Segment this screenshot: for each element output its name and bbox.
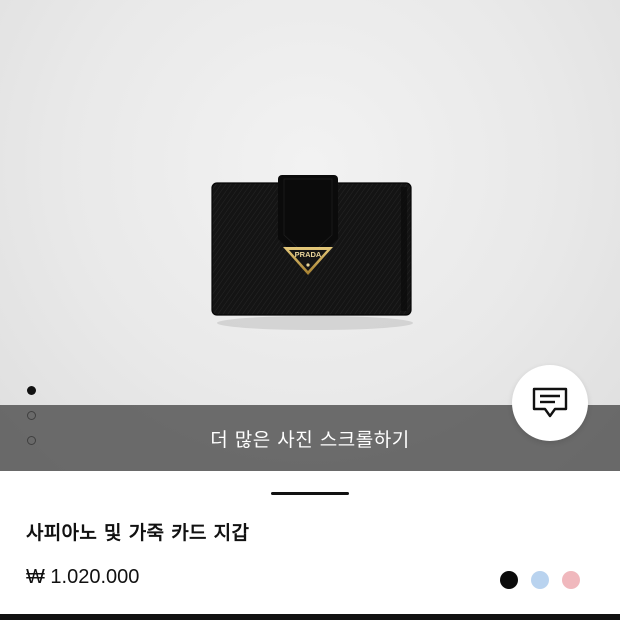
- color-swatch-light-blue[interactable]: [531, 571, 549, 589]
- bottom-bar: [0, 614, 620, 620]
- gallery-dot-1[interactable]: [26, 386, 36, 395]
- chat-button[interactable]: [512, 365, 588, 441]
- logo-text: PRADA: [295, 250, 322, 259]
- product-image: PRADA: [211, 175, 413, 330]
- color-swatches: [500, 571, 580, 589]
- chat-bubble-icon: [532, 387, 568, 418]
- color-swatch-black[interactable]: [500, 571, 518, 589]
- sheet-drag-handle[interactable]: [271, 492, 349, 495]
- scroll-more-photos-label: 더 많은 사진 스크롤하기: [210, 428, 410, 451]
- product-price: ₩ 1.020.000: [26, 566, 140, 588]
- product-title: 사피아노 및 가죽 카드 지갑: [26, 522, 250, 544]
- color-swatch-pink[interactable]: [562, 571, 580, 589]
